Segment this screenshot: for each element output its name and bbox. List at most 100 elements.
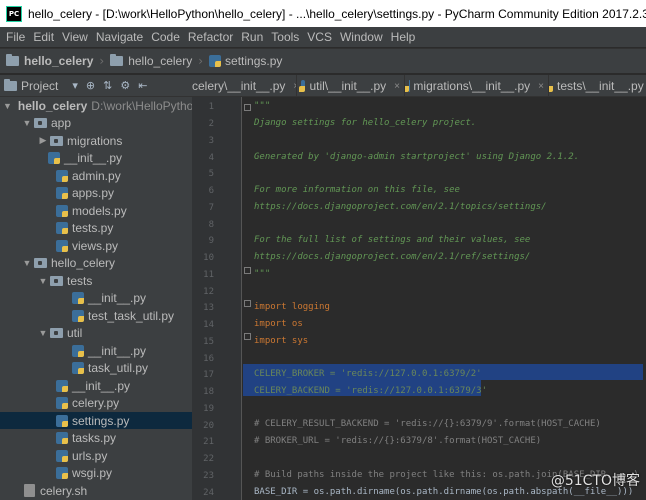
tree-item-file[interactable]: tasks.py xyxy=(0,430,192,447)
fold-marker-icon[interactable] xyxy=(244,267,251,274)
close-icon[interactable]: × xyxy=(538,81,544,92)
tree-item-file[interactable]: celery.sh xyxy=(0,482,192,499)
tree-item-file[interactable]: apps.py xyxy=(0,185,192,202)
breadcrumb-package[interactable]: hello_celery xyxy=(110,54,192,68)
tree-item-file[interactable]: admin.py xyxy=(0,167,192,184)
python-file-icon xyxy=(72,344,84,357)
line-number: 7 xyxy=(208,203,214,213)
python-file-icon xyxy=(56,187,68,199)
breadcrumb-project[interactable]: hello_celery xyxy=(6,54,93,68)
tab-tests-init[interactable]: tests\__init__.py× xyxy=(549,75,646,97)
code-line: CELERY_BROKER = 'redis://127.0.0.1:6379/… xyxy=(254,369,482,379)
line-number: 16 xyxy=(203,354,214,364)
tree-item-file[interactable]: models.py xyxy=(0,202,192,219)
code-line: https://docs.djangoproject.com/en/2.1/re… xyxy=(254,252,531,262)
hide-panel-icon[interactable]: ⇤ xyxy=(138,79,147,92)
dropdown-icon[interactable]: ▾ xyxy=(72,79,78,92)
tree-item-file[interactable]: test_task_util.py xyxy=(0,307,192,324)
tree-item-file[interactable]: __init__.py xyxy=(0,342,192,359)
editor-tab-bar: celery\__init__.py× util\__init__.py× mi… xyxy=(192,75,646,97)
package-icon xyxy=(50,275,63,286)
line-number: 21 xyxy=(203,437,214,447)
collapse-arrow-icon[interactable]: ▶ xyxy=(38,135,48,146)
tree-item-folder[interactable]: ▶ migrations xyxy=(0,132,192,149)
tree-item-file[interactable]: __init__.py xyxy=(0,150,192,167)
package-icon xyxy=(50,135,63,146)
fold-marker-icon[interactable] xyxy=(244,333,251,340)
close-icon[interactable]: × xyxy=(394,81,400,92)
python-file-icon xyxy=(56,239,68,252)
tree-item-folder[interactable]: ▼ util xyxy=(0,325,192,342)
code-line: import os xyxy=(254,319,303,329)
line-number: 19 xyxy=(203,404,214,414)
menu-navigate[interactable]: Navigate xyxy=(92,30,147,44)
tab-celery-init[interactable]: celery\__init__.py× xyxy=(192,75,297,97)
tree-item-folder[interactable]: ▼ tests xyxy=(0,272,192,289)
watermark: @51CTO博客 xyxy=(550,473,640,489)
line-number: 12 xyxy=(203,287,214,297)
menu-refactor[interactable]: Refactor xyxy=(184,30,237,44)
gear-icon[interactable]: ⚙ xyxy=(120,79,130,92)
python-file-icon xyxy=(56,204,68,217)
tree-item-file[interactable]: wsgi.py xyxy=(0,465,192,482)
line-number: 18 xyxy=(203,387,214,397)
menu-vcs[interactable]: VCS xyxy=(303,30,336,44)
tree-item-file[interactable]: __init__.py xyxy=(0,290,192,307)
tree-item-file[interactable]: urls.py xyxy=(0,447,192,464)
code-line: For the full list of settings and their … xyxy=(254,235,531,245)
line-number: 23 xyxy=(203,471,214,481)
line-number: 6 xyxy=(208,186,214,196)
fold-marker-icon[interactable] xyxy=(244,300,251,307)
tree-item-file[interactable]: celery.py xyxy=(0,395,192,412)
menu-view[interactable]: View xyxy=(58,30,92,44)
menu-run[interactable]: Run xyxy=(237,30,267,44)
tree-item-file[interactable]: __init__.py xyxy=(0,377,192,394)
tab-migrations-init[interactable]: migrations\__init__.py × xyxy=(405,75,549,97)
project-panel-header: Project ▾ ⊕ ⇅ ⚙ ⇤ xyxy=(0,75,192,97)
code-line: import sys xyxy=(254,336,309,346)
fold-marker-icon[interactable] xyxy=(244,104,251,111)
menu-code[interactable]: Code xyxy=(147,30,184,44)
expand-arrow-icon[interactable]: ▼ xyxy=(22,118,32,128)
collapse-all-icon[interactable]: ⇅ xyxy=(103,79,112,92)
code-line: For more information on this file, see xyxy=(254,185,460,195)
breadcrumb-file[interactable]: settings.py xyxy=(209,54,282,68)
tree-item-root[interactable]: ▼ hello_celery D:\work\HelloPytho xyxy=(0,97,192,114)
python-file-icon xyxy=(56,379,68,392)
menu-window[interactable]: Window xyxy=(336,30,387,44)
menu-bar: File Edit View Navigate Code Refactor Ru… xyxy=(0,27,646,47)
line-number: 8 xyxy=(208,220,214,230)
breadcrumb-separator: › xyxy=(99,54,105,68)
expand-arrow-icon[interactable]: ▼ xyxy=(3,101,12,111)
line-number: 22 xyxy=(203,454,214,464)
python-file-icon xyxy=(56,397,68,409)
package-icon xyxy=(50,328,63,338)
menu-help[interactable]: Help xyxy=(387,30,420,44)
menu-file[interactable]: File xyxy=(2,30,29,44)
breadcrumb-separator: › xyxy=(198,54,204,68)
menu-tools[interactable]: Tools xyxy=(267,30,303,44)
project-view-selector[interactable]: Project xyxy=(21,79,58,93)
expand-arrow-icon[interactable]: ▼ xyxy=(22,258,32,268)
python-file-icon xyxy=(56,222,68,234)
tab-util-init[interactable]: util\__init__.py × xyxy=(297,75,405,97)
code-line: Generated by 'django-admin startproject'… xyxy=(254,152,580,162)
expand-arrow-icon[interactable]: ▼ xyxy=(38,276,48,286)
python-file-icon xyxy=(72,292,84,304)
code-line: import logging xyxy=(254,302,330,312)
line-number: 17 xyxy=(203,370,214,380)
tree-item-file[interactable]: task_util.py xyxy=(0,360,192,377)
tree-item-file[interactable]: views.py xyxy=(0,237,192,254)
line-number: 15 xyxy=(203,337,214,347)
tree-item-folder[interactable]: ▼ app xyxy=(0,115,192,132)
tree-item-file[interactable]: tests.py xyxy=(0,220,192,237)
tree-item-file-selected[interactable]: settings.py xyxy=(0,412,192,429)
project-tree[interactable]: ▼ hello_celery D:\work\HelloPytho ▼ app ▶ mi… xyxy=(0,97,192,500)
menu-edit[interactable]: Edit xyxy=(29,30,58,44)
python-file-icon xyxy=(56,467,68,479)
tree-item-folder[interactable]: ▼ hello_celery xyxy=(0,255,192,272)
scroll-from-source-icon[interactable]: ⊕ xyxy=(86,79,95,92)
expand-arrow-icon[interactable]: ▼ xyxy=(38,328,48,338)
code-line: Django settings for hello_celery project… xyxy=(254,118,477,128)
package-icon xyxy=(34,258,47,268)
